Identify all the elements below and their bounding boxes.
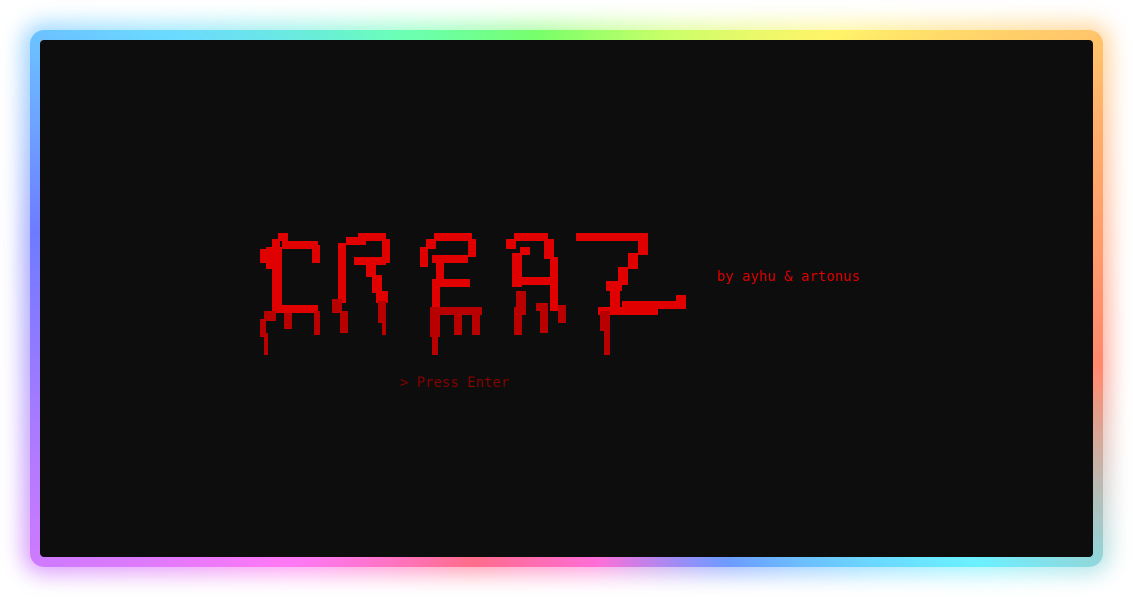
title-logo-graphic	[260, 233, 686, 355]
credits-text: by ayhu & artonus	[717, 269, 861, 285]
logo-letter-c	[260, 233, 320, 355]
title-logo	[258, 233, 688, 358]
logo-letter-z	[576, 233, 686, 355]
game-screen[interactable]: by ayhu & artonus > Press Enter	[40, 40, 1093, 557]
press-enter-prompt[interactable]: > Press Enter	[400, 375, 510, 391]
logo-letter-a	[506, 233, 566, 335]
logo-letter-e	[420, 233, 482, 355]
logo-letter-r	[332, 233, 390, 335]
